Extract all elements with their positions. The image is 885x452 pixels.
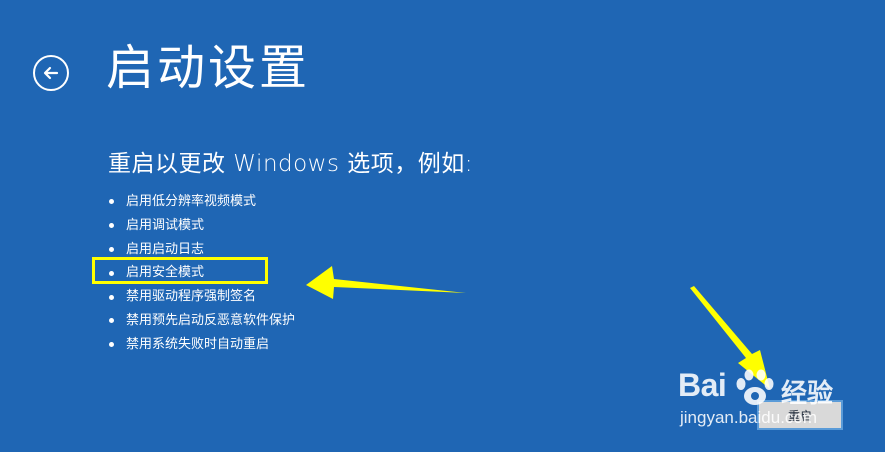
list-item: 禁用预先启动反恶意软件保护 (109, 309, 295, 333)
list-item: 禁用驱动程序强制签名 (109, 285, 295, 309)
list-item: 禁用系统失败时自动重启 (109, 333, 295, 357)
page-subtitle: 重启以更改 Windows 选项，例如: (108, 151, 474, 177)
option-label: 禁用预先启动反恶意软件保护 (126, 312, 296, 328)
option-label: 启用低分辨率视频模式 (126, 194, 257, 209)
highlight-box (92, 257, 268, 284)
bullet-icon (109, 318, 114, 324)
annotation-arrow-down (690, 286, 770, 389)
list-item: 启用调试模式 (109, 214, 295, 238)
bullet-icon (109, 294, 114, 300)
back-arrow-icon (43, 66, 59, 80)
back-button[interactable] (33, 55, 69, 91)
bullet-icon (109, 342, 114, 348)
bullet-icon (109, 223, 114, 229)
page-title: 启动设置 (106, 40, 311, 96)
bullet-icon (109, 246, 114, 252)
option-label: 启用调试模式 (126, 217, 205, 233)
restart-button[interactable]: 重启 (757, 400, 843, 430)
option-label: 禁用系统失败时自动重启 (126, 336, 270, 352)
annotation-arrow-left (306, 266, 466, 299)
option-label: 禁用驱动程序强制签名 (126, 289, 257, 305)
list-item: 启用低分辨率视频模式 (109, 190, 295, 214)
bullet-icon (109, 199, 114, 205)
watermark-logo-text: Bai (678, 367, 727, 403)
